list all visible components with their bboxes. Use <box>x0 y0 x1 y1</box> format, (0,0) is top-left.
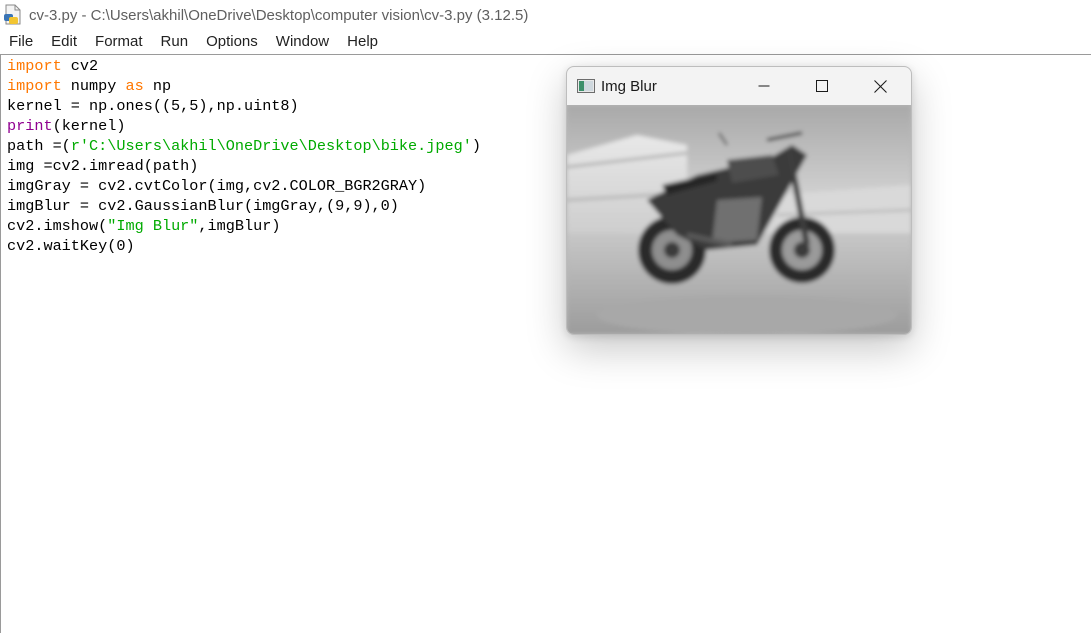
code-token: r'C:\Users\akhil\OneDrive\Desktop\bike.j… <box>70 137 472 155</box>
code-line[interactable]: imgBlur = cv2.GaussianBlur(imgGray,(9,9)… <box>7 197 399 215</box>
code-line[interactable]: import numpy as np <box>7 77 171 95</box>
code-token: np <box>143 77 172 95</box>
code-token: imgBlur = cv2.GaussianBlur(imgGray,(9,9)… <box>7 197 399 215</box>
menu-edit[interactable]: Edit <box>42 30 86 54</box>
python-file-icon <box>3 4 25 26</box>
code-token: as <box>125 77 144 95</box>
minimize-button[interactable] <box>741 67 787 105</box>
opencv-window-icon <box>577 78 595 94</box>
code-token: ) <box>471 137 481 155</box>
cv-window-title: Img Blur <box>601 77 657 95</box>
img-blur-window[interactable]: Img Blur <box>566 66 912 335</box>
menu-help[interactable]: Help <box>338 30 387 54</box>
code-line[interactable]: cv2.imshow("Img Blur",imgBlur) <box>7 217 280 235</box>
code-token: "Img Blur" <box>107 217 199 235</box>
code-token: cv2.imshow( <box>7 217 108 235</box>
code-token: kernel = np.ones((5,5),np.uint8) <box>7 97 299 115</box>
maximize-button[interactable] <box>799 67 845 105</box>
code-line[interactable]: path =(r'C:\Users\akhil\OneDrive\Desktop… <box>7 137 481 155</box>
code-token: cv2 <box>61 57 99 75</box>
code-line[interactable]: kernel = np.ones((5,5),np.uint8) <box>7 97 299 115</box>
code-token: print <box>7 117 53 135</box>
blurred-image <box>567 105 911 334</box>
maximize-icon <box>816 80 828 92</box>
window-titlebar: cv-3.py - C:\Users\akhil\OneDrive\Deskto… <box>0 0 1091 30</box>
close-button[interactable] <box>857 67 903 105</box>
code-token: (kernel) <box>52 117 126 135</box>
code-text[interactable]: import cv2 import numpy as np kernel = n… <box>7 56 481 256</box>
close-icon <box>873 79 887 93</box>
motorcycle-image <box>567 105 911 334</box>
code-line[interactable]: print(kernel) <box>7 117 126 135</box>
minimize-icon <box>758 85 770 87</box>
window-title: cv-3.py - C:\Users\akhil\OneDrive\Deskto… <box>29 6 529 24</box>
menu-format[interactable]: Format <box>86 30 152 54</box>
code-token: img =cv2.imread(path) <box>7 157 199 175</box>
code-token: imgGray = cv2.cvtColor(img,cv2.COLOR_BGR… <box>7 177 427 195</box>
code-line[interactable]: imgGray = cv2.cvtColor(img,cv2.COLOR_BGR… <box>7 177 426 195</box>
code-line[interactable]: import cv2 <box>7 57 98 75</box>
cv-window-titlebar[interactable]: Img Blur <box>567 67 911 105</box>
code-token: numpy <box>61 77 126 95</box>
code-token: path =( <box>7 137 71 155</box>
code-token: ,imgBlur) <box>198 217 281 235</box>
menu-run[interactable]: Run <box>152 30 198 54</box>
code-token: cv2.waitKey(0) <box>7 237 135 255</box>
code-editor[interactable]: import cv2 import numpy as np kernel = n… <box>0 55 1091 633</box>
menu-window[interactable]: Window <box>267 30 338 54</box>
menu-bar: File Edit Format Run Options Window Help <box>0 30 1091 55</box>
code-line[interactable]: cv2.waitKey(0) <box>7 237 135 255</box>
code-line[interactable]: img =cv2.imread(path) <box>7 157 198 175</box>
code-token: import <box>7 57 62 75</box>
code-token: import <box>7 77 62 95</box>
menu-file[interactable]: File <box>0 30 42 54</box>
menu-options[interactable]: Options <box>197 30 267 54</box>
